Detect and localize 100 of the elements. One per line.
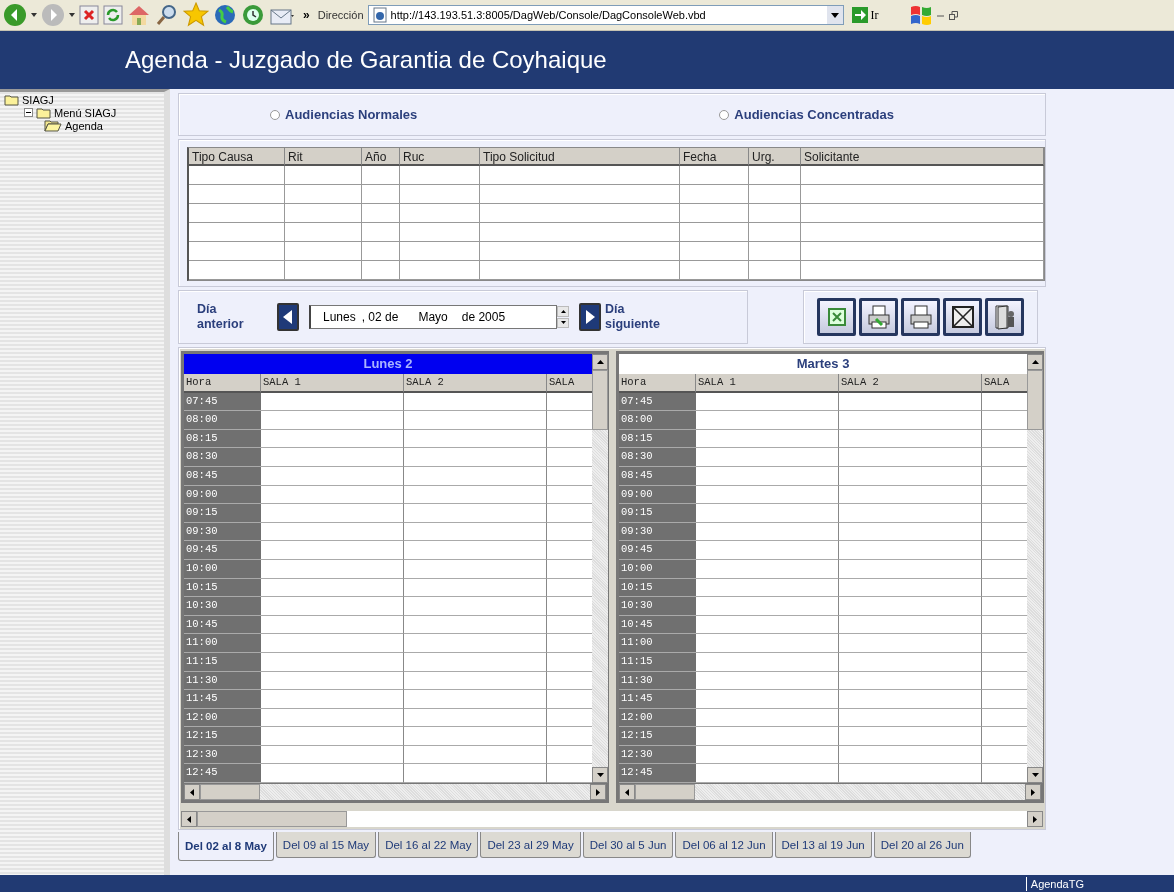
refresh-icon[interactable]: [103, 5, 123, 25]
down-arrow-icon: [560, 321, 566, 325]
printer-icon: [867, 305, 890, 329]
go-button[interactable]: Ir: [847, 7, 883, 23]
column-header: Urg.: [749, 148, 801, 166]
address-label: Dirección: [317, 9, 364, 21]
week-tab[interactable]: Del 16 al 22 May: [378, 832, 479, 859]
dropdown-arrow-icon[interactable]: [69, 13, 75, 17]
week-tab[interactable]: Del 23 al 29 May: [480, 832, 581, 859]
spreadsheet-button[interactable]: [817, 298, 856, 336]
vertical-scrollbar[interactable]: [592, 354, 608, 784]
door-icon: [993, 304, 1016, 330]
scroll-thumb[interactable]: [197, 811, 347, 828]
tree-item[interactable]: Agenda: [65, 119, 103, 132]
horizontal-scrollbar[interactable]: [181, 811, 1043, 828]
spreadsheet-icon: [827, 308, 846, 326]
week-tab[interactable]: Del 02 al 8 May: [178, 832, 274, 862]
table-cell: [362, 185, 400, 204]
table-cell: [362, 166, 400, 185]
column-header: Ruc: [400, 148, 480, 166]
week-tab[interactable]: Del 13 al 19 Jun: [774, 832, 872, 859]
star-icon[interactable]: [183, 2, 209, 28]
right-arrow-icon[interactable]: [596, 788, 600, 796]
column-header: Hora: [619, 374, 696, 393]
column-header: SALA: [547, 374, 592, 393]
left-arrow-icon[interactable]: [625, 788, 629, 796]
back-icon[interactable]: [3, 3, 27, 27]
history-icon[interactable]: [241, 3, 265, 27]
table-cell: [362, 223, 400, 242]
spin-buttons[interactable]: [557, 306, 569, 328]
search-icon[interactable]: [155, 3, 179, 27]
next-day-label[interactable]: Día siguiente: [605, 302, 675, 332]
column-header: Hora: [184, 374, 261, 393]
more-button[interactable]: »: [299, 8, 314, 22]
column-header: SALA 2: [404, 374, 547, 393]
time-cell: 09:45: [184, 541, 261, 560]
table-cell: [749, 204, 801, 223]
column-header: Solicitante: [801, 148, 1044, 166]
collapse-icon[interactable]: [24, 108, 33, 117]
column-header: Fecha: [680, 148, 749, 166]
time-cell: 11:45: [619, 690, 696, 709]
radio-option[interactable]: Audiencias Normales: [270, 107, 418, 122]
restore-icon[interactable]: [948, 10, 958, 20]
left-arrow-icon[interactable]: [187, 815, 191, 823]
vertical-scrollbar[interactable]: [1027, 354, 1043, 784]
dropdown-button[interactable]: [826, 6, 843, 24]
globe-icon[interactable]: [213, 3, 237, 27]
right-arrow-icon[interactable]: [1033, 815, 1037, 823]
scroll-thumb[interactable]: [635, 784, 695, 801]
home-icon[interactable]: [127, 3, 151, 27]
previous-day-button[interactable]: [277, 303, 299, 331]
table-cell: [680, 261, 749, 280]
horizontal-scrollbar[interactable]: [184, 784, 606, 801]
day-header[interactable]: Lunes 2: [184, 354, 592, 374]
close-button[interactable]: [943, 298, 982, 336]
column-header: Tipo Causa: [189, 148, 285, 166]
scroll-thumb[interactable]: [200, 784, 260, 801]
table-cell: [680, 166, 749, 185]
time-cell: 12:15: [184, 727, 261, 746]
previous-day-label[interactable]: Día anterior: [197, 302, 267, 332]
time-cell: 08:00: [619, 411, 696, 430]
column-header: Año: [362, 148, 400, 166]
time-cell: 10:30: [619, 597, 696, 616]
tree-item[interactable]: SIAGJ: [22, 93, 54, 106]
time-cell: 09:15: [619, 504, 696, 523]
week-tab[interactable]: Del 20 al 26 Jun: [873, 832, 971, 859]
down-arrow-icon[interactable]: [1031, 773, 1039, 778]
time-cell: 09:45: [619, 541, 696, 560]
tree-item[interactable]: Menú SIAGJ: [54, 106, 117, 119]
column-header: SALA: [982, 374, 1027, 393]
left-arrow-icon[interactable]: [190, 788, 194, 796]
print-preview-button[interactable]: [859, 298, 898, 336]
dropdown-arrow-icon[interactable]: [31, 13, 37, 17]
horizontal-scrollbar[interactable]: [619, 784, 1041, 801]
week-tab[interactable]: Del 06 al 12 Jun: [675, 832, 773, 859]
status-text: AgendaTG: [1030, 877, 1084, 890]
week-tab[interactable]: Del 30 al 5 Jun: [582, 832, 674, 859]
table-cell: [680, 204, 749, 223]
date-field[interactable]: Lunes , 02 de Mayo de 2005: [309, 305, 557, 329]
down-arrow-icon[interactable]: [596, 773, 604, 778]
table-cell: [749, 242, 801, 261]
scroll-thumb[interactable]: [592, 370, 608, 430]
right-triangle-icon: [585, 310, 595, 324]
week-tab[interactable]: Del 09 al 15 May: [275, 832, 377, 859]
time-cell: 08:00: [184, 411, 261, 430]
windows-logo-icon: [908, 4, 933, 26]
right-arrow-icon[interactable]: [1031, 788, 1035, 796]
scroll-thumb[interactable]: [1027, 370, 1043, 430]
exit-button[interactable]: [985, 298, 1024, 336]
time-cell: 11:00: [184, 634, 261, 653]
radio-option[interactable]: Audiencias Concentradas: [719, 107, 894, 122]
up-arrow-icon[interactable]: [1031, 360, 1039, 364]
page-icon: [371, 7, 388, 23]
up-arrow-icon[interactable]: [596, 360, 604, 364]
stop-icon[interactable]: [79, 5, 99, 25]
printer-icon: [909, 305, 932, 329]
next-day-button[interactable]: [579, 303, 601, 331]
column-header: SALA 2: [839, 374, 982, 393]
print-button[interactable]: [901, 298, 940, 336]
address-field[interactable]: http://143.193.51.3:8005/DagWeb/Console/DagConsoleWeb.vbd: [367, 5, 844, 25]
